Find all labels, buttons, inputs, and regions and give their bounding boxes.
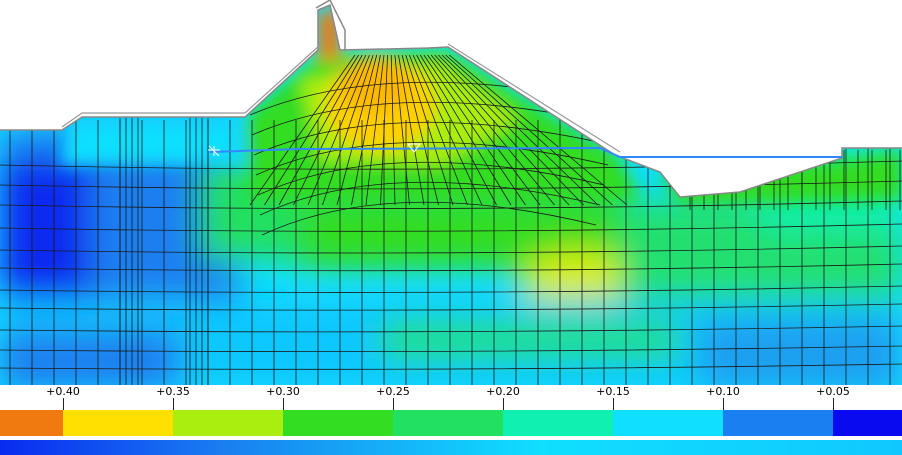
colorbar-tick <box>833 398 834 410</box>
bottom-strip <box>0 440 902 455</box>
colorbar-tick <box>503 398 504 410</box>
colorbar-tick <box>613 398 614 410</box>
colorbar-swatch <box>0 410 64 436</box>
colorbar-tick-label: +0.40 <box>46 385 80 398</box>
section-plot <box>0 0 902 385</box>
colorbar-tick <box>393 398 394 410</box>
contour-field <box>0 5 902 385</box>
colorbar-swatch <box>173 410 284 436</box>
colorbar <box>0 410 902 438</box>
colorbar-swatch <box>833 410 902 436</box>
colorbar-ticks <box>0 398 902 410</box>
colorbar-swatch <box>283 410 394 436</box>
colorbar-tick-label: +0.20 <box>486 385 520 398</box>
colorbar-tick <box>283 398 284 410</box>
colorbar-swatch <box>393 410 504 436</box>
colorbar-swatch <box>503 410 614 436</box>
colorbar-tick-label: +0.15 <box>596 385 630 398</box>
colorbar-swatch <box>63 410 174 436</box>
colorbar-tick-label: +0.10 <box>706 385 740 398</box>
colorbar-tick-label: +0.35 <box>156 385 190 398</box>
colorbar-tick-label: +0.30 <box>266 385 300 398</box>
colorbar-swatch <box>613 410 724 436</box>
colorbar-tick-label: +0.05 <box>816 385 850 398</box>
colorbar-swatch <box>723 410 834 436</box>
colorbar-tick-label: +0.25 <box>376 385 410 398</box>
colorbar-tick <box>723 398 724 410</box>
colorbar-tick <box>63 398 64 410</box>
colorbar-tick <box>173 398 174 410</box>
